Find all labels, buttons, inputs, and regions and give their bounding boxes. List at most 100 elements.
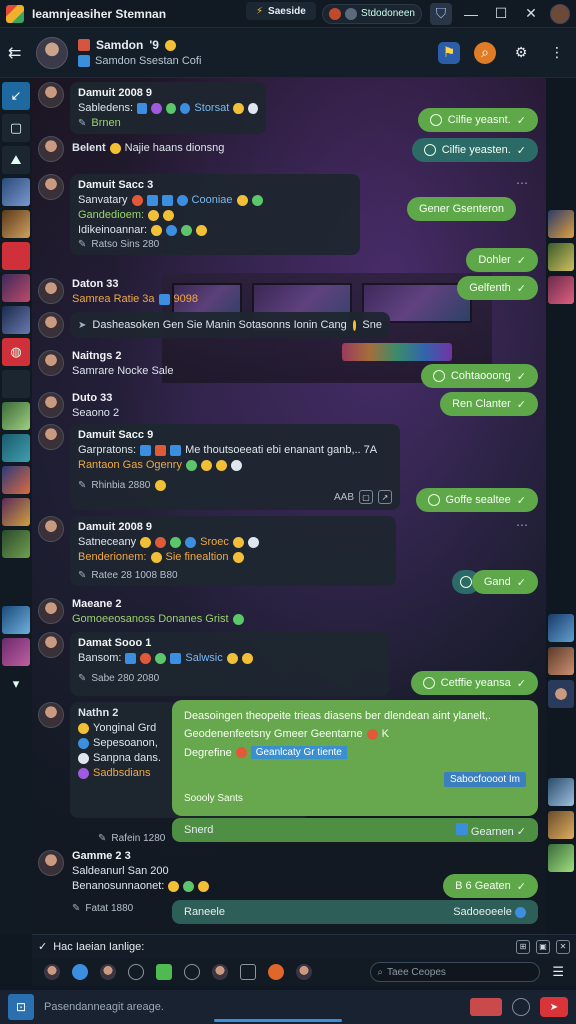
message-bubble[interactable]: Damuit 2008 9 Satneceany Sroec Benderione… — [70, 516, 396, 586]
menu-icon[interactable]: ☰ — [552, 964, 564, 980]
message-row[interactable]: Damuit 2008 9 Sabledens: Storsat ✎ Brnen — [38, 82, 266, 134]
sticker-face-icon[interactable] — [100, 964, 116, 980]
share-icon[interactable]: ↗ — [378, 490, 392, 504]
rail-item-game-7[interactable] — [2, 434, 30, 462]
sender-avatar[interactable] — [38, 850, 64, 876]
sender-avatar[interactable] — [38, 278, 64, 304]
message-bubble[interactable]: Damuit Sacc 3 Sanvatary Cooniae Gandedioe… — [70, 174, 360, 255]
rail-item-game-8[interactable] — [2, 466, 30, 494]
copy-icon[interactable]: ▢ — [359, 490, 373, 504]
message-input[interactable]: Pasendanneagit areage. — [44, 1001, 460, 1013]
message-row[interactable]: Duto 33 Seaono 2 — [38, 392, 121, 419]
card-action-bar[interactable]: Raneele Sadoeoeele — [172, 900, 538, 924]
more-icon[interactable]: ⋯ — [516, 518, 529, 532]
outgoing-message[interactable]: B 6 Geaten ✓ — [443, 874, 538, 898]
contact-info[interactable]: Samdon '9 Samdon Ssestan Cofi — [78, 38, 428, 67]
sticker-face-icon[interactable] — [212, 964, 228, 980]
message-bubble[interactable]: Damuit Sacc 9 Garpratons: Me thoutsoeeati… — [70, 424, 400, 510]
sticker-orange-icon[interactable] — [268, 964, 284, 980]
message-bubble[interactable]: Naitngs 2 Samrare Nocke Sale — [70, 350, 176, 377]
rail-item-game-2[interactable] — [2, 210, 30, 238]
pinned-label[interactable]: ⚡ Saeside — [246, 2, 316, 20]
image-icon[interactable]: ▣ — [536, 939, 550, 954]
sender-avatar[interactable] — [38, 136, 64, 162]
outgoing-message[interactable]: Cetffie yeansa ✓ — [410, 671, 538, 695]
message-bubble[interactable]: ➤ Dasheasoken Gen Sie Manin Sotasonns Io… — [70, 312, 390, 338]
outgoing-message[interactable]: Dohler ✓ — [466, 248, 538, 272]
message-row[interactable]: ➤ Dasheasoken Gen Sie Manin Sotasonns Io… — [38, 312, 390, 338]
message-bubble[interactable]: Belent Najie haans dionsng — [70, 136, 226, 162]
right-thumb[interactable] — [548, 243, 574, 271]
rail-item-red-icon[interactable]: ◍ — [2, 338, 30, 366]
send-button[interactable]: ➤ — [540, 997, 568, 1017]
sticker-blue-icon[interactable] — [72, 964, 88, 980]
right-thumb[interactable] — [548, 614, 574, 642]
right-thumb[interactable] — [548, 276, 574, 304]
sticker-avatar-icon[interactable] — [44, 964, 60, 980]
rail-item-game-5[interactable] — [2, 306, 30, 334]
message-bubble[interactable]: Damat Sooo 1 Bansom: Salwsic ✎ Sabe 280 20… — [70, 632, 390, 696]
right-thumb[interactable] — [548, 844, 574, 872]
camera-icon[interactable] — [512, 998, 530, 1016]
outgoing-message[interactable]: Cohtaooong ✓ — [420, 364, 538, 388]
message-bubble[interactable]: Daton 33 Samrea Ratie 3a 9098 — [70, 278, 200, 305]
minimize-button[interactable]: — — [460, 3, 482, 25]
emoji-search-input[interactable]: ⌕ Taee Ceopes — [370, 962, 541, 982]
phone-call-icon[interactable]: ⚑ — [438, 41, 460, 64]
sender-avatar[interactable] — [38, 350, 64, 376]
sender-avatar[interactable] — [38, 424, 64, 450]
rail-item-game-9[interactable] — [2, 498, 30, 526]
outgoing-message[interactable]: Gelfenth ✓ — [457, 276, 538, 300]
rail-item-game-4[interactable] — [2, 274, 30, 302]
status-pill[interactable]: Stdodoneen — [322, 3, 422, 24]
rail-item-game-6[interactable] — [2, 402, 30, 430]
right-thumb[interactable] — [548, 811, 574, 839]
rail-item-game-1[interactable] — [2, 178, 30, 206]
right-thumb[interactable] — [548, 647, 574, 675]
settings-gear-icon[interactable]: ⚙ — [510, 42, 532, 64]
sender-avatar[interactable] — [38, 82, 64, 108]
rail-item-game-10[interactable] — [2, 530, 30, 558]
message-row[interactable]: Damuit 2008 9 Satneceany Sroec Benderione… — [38, 516, 396, 586]
right-thumb[interactable] — [548, 210, 574, 238]
attach-icon[interactable]: ⊞ — [516, 939, 530, 954]
gif-icon[interactable] — [184, 964, 200, 980]
outgoing-message[interactable]: Cilfie yeasnt. ✓ — [417, 108, 538, 132]
maximize-button[interactable]: ☐ — [490, 3, 512, 25]
message-bubble[interactable]: Maeane 2 Gomoeeosanoss Donanes Grist — [70, 598, 246, 625]
close-button[interactable]: ✕ — [520, 3, 542, 25]
sticker-green-icon[interactable] — [156, 964, 172, 980]
sender-avatar[interactable] — [38, 702, 64, 728]
outgoing-message[interactable]: Cilfie yeasten. ✓ — [411, 138, 538, 162]
message-row[interactable]: Damuit Sacc 3 Sanvatary Cooniae Gandedioe… — [38, 174, 360, 255]
link-chip[interactable]: Geanlcaty Gr tiente — [250, 746, 347, 759]
message-row[interactable]: Maeane 2 Gomoeeosanoss Donanes Grist — [38, 598, 246, 625]
message-row[interactable]: Naitngs 2 Samrare Nocke Sale — [38, 350, 176, 377]
rail-collapse-icon[interactable]: ▾ — [2, 670, 30, 698]
rail-item-blank[interactable] — [2, 370, 30, 398]
emoji-smile-icon[interactable] — [128, 964, 144, 980]
message-row[interactable]: Belent Najie haans dionsng — [38, 136, 226, 162]
more-options-icon[interactable]: ⋮ — [546, 42, 568, 64]
card-action-bar[interactable]: Snerd Gearnen ✓ — [172, 818, 538, 842]
back-button[interactable]: ⇇ — [8, 43, 26, 63]
tag-chip[interactable]: Sabocfoooot Im — [443, 772, 526, 787]
scroll-indicator[interactable] — [214, 1019, 342, 1022]
rail-item-game-11[interactable] — [2, 606, 30, 634]
message-row[interactable]: Damat Sooo 1 Bansom: Salwsic ✎ Sabe 280 20… — [38, 632, 390, 696]
sender-avatar[interactable] — [38, 312, 64, 338]
message-bubble[interactable]: Duto 33 Seaono 2 — [70, 392, 121, 419]
rail-item-game-3[interactable] — [2, 242, 30, 270]
sticker-pack-icon[interactable] — [240, 964, 256, 980]
message-row[interactable]: Daton 33 Samrea Ratie 3a 9098 — [38, 278, 200, 305]
sender-avatar[interactable] — [38, 174, 64, 200]
sender-avatar[interactable] — [38, 392, 64, 418]
outgoing-message[interactable]: Gener Gsenteron — [407, 197, 516, 221]
message-row[interactable]: Damuit Sacc 9 Garpratons: Me thoutsoeeati… — [38, 424, 400, 510]
outgoing-message[interactable]: Goffe sealtee ✓ — [415, 488, 538, 512]
rail-item-chats-icon[interactable]: ↙ — [2, 82, 30, 110]
sender-avatar[interactable] — [38, 516, 64, 542]
right-thumb[interactable] — [548, 778, 574, 806]
shield-icon[interactable]: ⛉ — [430, 2, 452, 25]
rail-item-mountain-icon[interactable]: ⛰ — [2, 146, 30, 174]
